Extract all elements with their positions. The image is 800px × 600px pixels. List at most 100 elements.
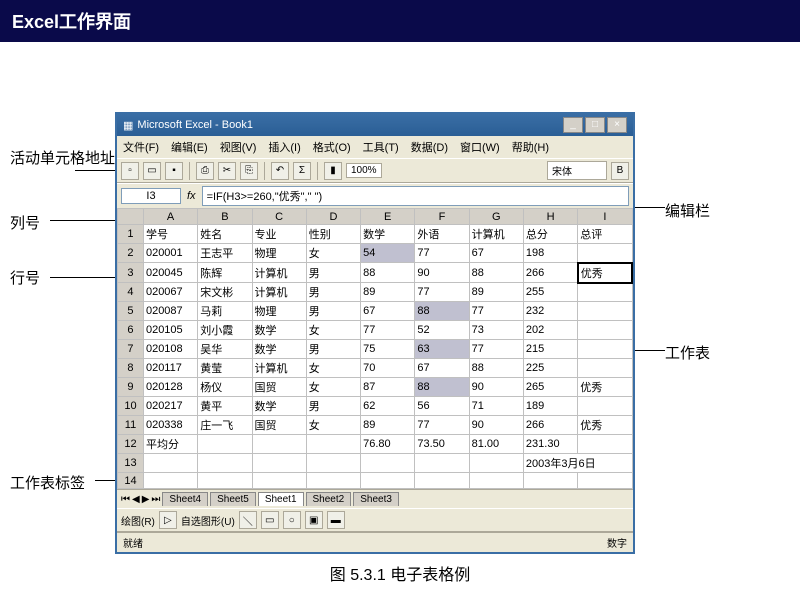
menu-window[interactable]: 窗口(W) <box>458 138 502 156</box>
line-icon[interactable]: ＼ <box>239 511 257 529</box>
cell[interactable] <box>469 454 523 473</box>
cell[interactable]: 71 <box>469 397 523 416</box>
cell[interactable]: 77 <box>469 302 523 321</box>
formula-input[interactable]: =IF(H3>=260,"优秀"," ") <box>202 186 629 206</box>
cell[interactable] <box>198 435 252 454</box>
cell[interactable] <box>523 473 577 489</box>
cell[interactable]: 225 <box>523 359 577 378</box>
cell[interactable]: 215 <box>523 340 577 359</box>
cell[interactable]: 黄平 <box>198 397 252 416</box>
cell[interactable]: 020117 <box>143 359 197 378</box>
cell[interactable]: 88 <box>415 378 469 397</box>
fx-icon[interactable]: fx <box>187 190 196 202</box>
cell[interactable]: 198 <box>523 244 577 263</box>
row-header[interactable]: 2 <box>118 244 144 263</box>
cell[interactable]: 数学 <box>252 340 306 359</box>
cell[interactable]: 56 <box>415 397 469 416</box>
cell[interactable]: 73.50 <box>415 435 469 454</box>
cell[interactable]: 89 <box>469 283 523 302</box>
cell[interactable]: 女 <box>306 321 360 340</box>
row-header[interactable]: 6 <box>118 321 144 340</box>
sheet-tab[interactable]: Sheet3 <box>353 492 399 506</box>
cell[interactable]: 女 <box>306 416 360 435</box>
cell[interactable]: 宋文彬 <box>198 283 252 302</box>
col-header-A[interactable]: A <box>143 209 197 225</box>
cell[interactable] <box>578 340 632 359</box>
cell[interactable]: 90 <box>415 263 469 283</box>
cell[interactable]: 物理 <box>252 244 306 263</box>
date-cell[interactable]: 2003年3月6日 <box>523 454 632 473</box>
menu-help[interactable]: 帮助(H) <box>510 138 551 156</box>
cell[interactable] <box>578 397 632 416</box>
col-header-B[interactable]: B <box>198 209 252 225</box>
cell[interactable]: 89 <box>361 416 415 435</box>
table-row[interactable]: 2020001王志平物理女547767198 <box>118 244 633 263</box>
cell[interactable]: 88 <box>361 263 415 283</box>
cell[interactable] <box>578 473 632 489</box>
cell[interactable]: 88 <box>469 263 523 283</box>
rect-icon[interactable]: ▭ <box>261 511 279 529</box>
minimize-button[interactable]: _ <box>563 117 583 133</box>
cell[interactable]: 计算机 <box>469 225 523 244</box>
menu-insert[interactable]: 插入(I) <box>266 138 302 156</box>
cell[interactable]: 77 <box>415 244 469 263</box>
cell[interactable]: 020338 <box>143 416 197 435</box>
cell[interactable]: 优秀 <box>578 378 632 397</box>
cell[interactable]: 总评 <box>578 225 632 244</box>
print-icon[interactable]: ⎙ <box>196 162 214 180</box>
row-header[interactable]: 10 <box>118 397 144 416</box>
cell[interactable]: 男 <box>306 397 360 416</box>
table-row[interactable]: 5020087马莉物理男678877232 <box>118 302 633 321</box>
cell[interactable]: 外语 <box>415 225 469 244</box>
cell[interactable] <box>143 473 197 489</box>
tab-nav-first-icon[interactable]: ⏮ <box>121 494 130 505</box>
cell[interactable]: 77 <box>415 416 469 435</box>
cell[interactable] <box>252 435 306 454</box>
cell[interactable]: 专业 <box>252 225 306 244</box>
cell[interactable]: 90 <box>469 416 523 435</box>
worksheet-grid[interactable]: A B C D E F G H I 1 学号 姓名 专业 性别 数学 外语 计算… <box>117 208 633 489</box>
menu-file[interactable]: 文件(F) <box>121 138 161 156</box>
cell[interactable]: 女 <box>306 244 360 263</box>
cell[interactable]: 庄一飞 <box>198 416 252 435</box>
cell[interactable]: 88 <box>415 302 469 321</box>
tab-nav-last-icon[interactable]: ⏭ <box>151 494 160 505</box>
cell[interactable]: 平均分 <box>143 435 197 454</box>
cell[interactable] <box>578 435 632 454</box>
col-header-I[interactable]: I <box>578 209 632 225</box>
cell[interactable]: 黄莹 <box>198 359 252 378</box>
cell[interactable]: 男 <box>306 340 360 359</box>
cell[interactable] <box>252 473 306 489</box>
cell[interactable]: 87 <box>361 378 415 397</box>
sheet-tab[interactable]: Sheet4 <box>162 492 208 506</box>
cell[interactable]: 255 <box>523 283 577 302</box>
tab-nav-next-icon[interactable]: ▶ <box>142 494 150 505</box>
cell[interactable] <box>361 473 415 489</box>
cell[interactable]: 国贸 <box>252 416 306 435</box>
cell[interactable]: 陈辉 <box>198 263 252 283</box>
cell[interactable]: 77 <box>415 283 469 302</box>
chart-icon[interactable]: ▮ <box>324 162 342 180</box>
cell[interactable] <box>306 473 360 489</box>
row-header[interactable]: 9 <box>118 378 144 397</box>
zoom-box[interactable]: 100% <box>346 163 382 178</box>
cell[interactable]: 63 <box>415 340 469 359</box>
cell[interactable]: 266 <box>523 263 577 283</box>
cell[interactable] <box>306 454 360 473</box>
row-header[interactable]: 4 <box>118 283 144 302</box>
cell[interactable]: 67 <box>361 302 415 321</box>
cell[interactable]: 020217 <box>143 397 197 416</box>
cell[interactable]: 男 <box>306 283 360 302</box>
cell[interactable] <box>306 435 360 454</box>
cell[interactable] <box>578 359 632 378</box>
cell[interactable] <box>198 454 252 473</box>
row-header[interactable]: 12 <box>118 435 144 454</box>
autoshape-menu[interactable]: 自选图形(U) <box>181 513 235 528</box>
cell[interactable] <box>578 302 632 321</box>
cell[interactable]: 学号 <box>143 225 197 244</box>
row-header[interactable]: 5 <box>118 302 144 321</box>
cell[interactable]: 优秀 <box>578 263 632 283</box>
cell[interactable]: 231.30 <box>523 435 577 454</box>
cell[interactable]: 姓名 <box>198 225 252 244</box>
cell[interactable]: 男 <box>306 302 360 321</box>
